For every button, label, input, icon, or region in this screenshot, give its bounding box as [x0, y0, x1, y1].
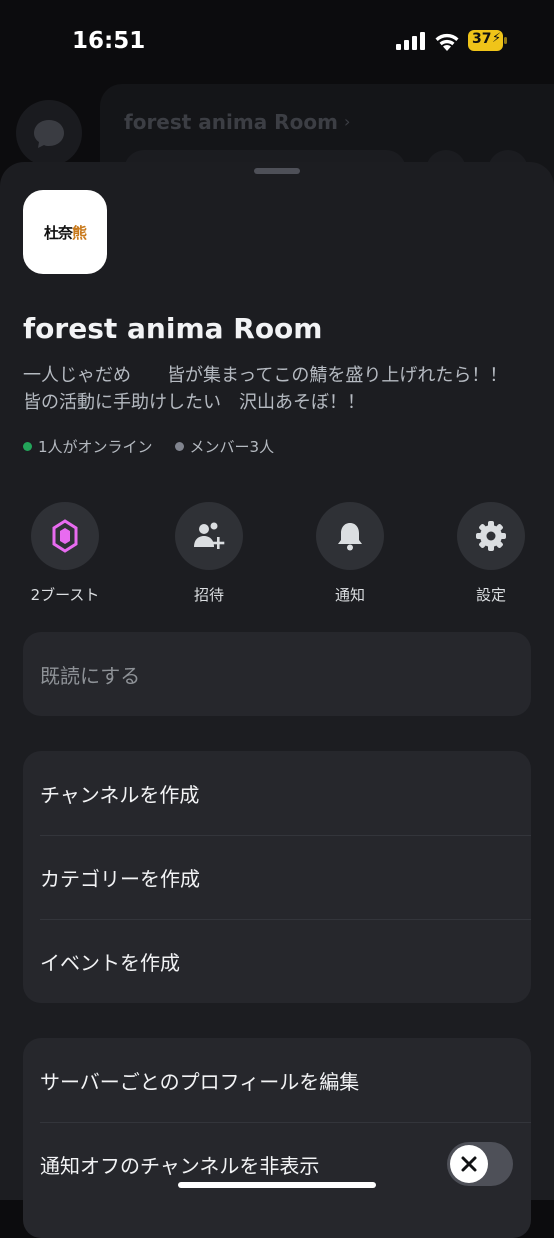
gear-icon — [476, 521, 506, 551]
create-category-item[interactable]: カテゴリーを作成 — [23, 835, 531, 919]
mark-read-card: 既読にする — [23, 632, 531, 716]
chevron-right-icon: › — [344, 112, 351, 131]
hide-muted-toggle[interactable] — [447, 1142, 513, 1186]
member-count: メンバー3人 — [174, 436, 275, 457]
online-count-label: 1人がオンライン — [38, 438, 153, 456]
battery-level: 37 — [472, 31, 492, 47]
notifications-button[interactable]: 通知 — [300, 502, 400, 605]
settings-button-circle[interactable] — [457, 502, 525, 570]
boost-button-circle[interactable] — [31, 502, 99, 570]
member-dot-icon — [174, 442, 184, 451]
mark-as-read-button[interactable]: 既読にする — [23, 632, 531, 716]
close-icon — [461, 1156, 477, 1172]
edit-server-profile-item[interactable]: サーバーごとのプロフィールを編集 — [23, 1038, 531, 1122]
background-server-title: forest anima Room — [124, 110, 338, 134]
bell-icon — [338, 523, 362, 551]
battery-indicator: 37 ⚡ — [468, 30, 508, 51]
boost-icon — [52, 519, 78, 553]
server-name: forest anima Room — [23, 312, 323, 345]
status-time: 16:51 — [72, 28, 146, 54]
create-event-item[interactable]: イベントを作成 — [23, 919, 531, 1003]
member-count-label: メンバー3人 — [189, 438, 275, 456]
invite-label: 招待 — [193, 586, 224, 604]
server-icon: 杜奈熊 — [23, 190, 107, 274]
add-user-icon — [194, 522, 225, 549]
settings-label: 設定 — [475, 586, 506, 604]
settings-button[interactable]: 設定 — [441, 502, 541, 605]
notifications-button-circle[interactable] — [316, 502, 384, 570]
dm-bubble-icon — [16, 100, 82, 166]
hide-muted-channels-item[interactable]: 通知オフのチャンネルを非表示 — [23, 1122, 531, 1206]
boost-label: 2ブースト — [30, 586, 100, 604]
status-bar: 16:51 37 ⚡ — [0, 0, 554, 80]
server-icon-text: 杜奈熊 — [43, 223, 87, 242]
settings-menu-card: サーバーごとのプロフィールを編集 通知オフのチャンネルを非表示 — [23, 1038, 531, 1238]
create-menu-card: チャンネルを作成 カテゴリーを作成 イベントを作成 — [23, 751, 531, 1003]
invite-button-circle[interactable] — [175, 502, 243, 570]
wifi-icon — [435, 33, 459, 51]
server-description: 一人じゃだめ 皆が集まってこの鯖を盛り上げれたら！！皆の活動に手助けしたい 沢山… — [23, 365, 508, 413]
server-menu-sheet: 杜奈熊 forest anima Room 一人じゃだめ 皆が集まってこの鯖を盛… — [0, 162, 554, 1238]
create-channel-item[interactable]: チャンネルを作成 — [23, 751, 531, 835]
hide-muted-channels-label: 通知オフのチャンネルを非表示 — [40, 1153, 320, 1178]
chat-bubble-icon — [34, 120, 64, 148]
boost-button[interactable]: 2ブースト — [15, 502, 115, 605]
charging-bolt-icon: ⚡ — [492, 31, 502, 46]
online-dot-icon — [23, 442, 32, 451]
server-stats: 1人がオンライン メンバー3人 — [23, 436, 296, 457]
invite-button[interactable]: 招待 — [159, 502, 259, 605]
toggle-knob — [450, 1145, 488, 1183]
cell-signal-icon — [396, 32, 425, 50]
online-count: 1人がオンライン — [23, 436, 153, 457]
sheet-grabber[interactable] — [254, 168, 300, 174]
notifications-label: 通知 — [334, 586, 365, 604]
home-indicator[interactable] — [178, 1182, 376, 1188]
